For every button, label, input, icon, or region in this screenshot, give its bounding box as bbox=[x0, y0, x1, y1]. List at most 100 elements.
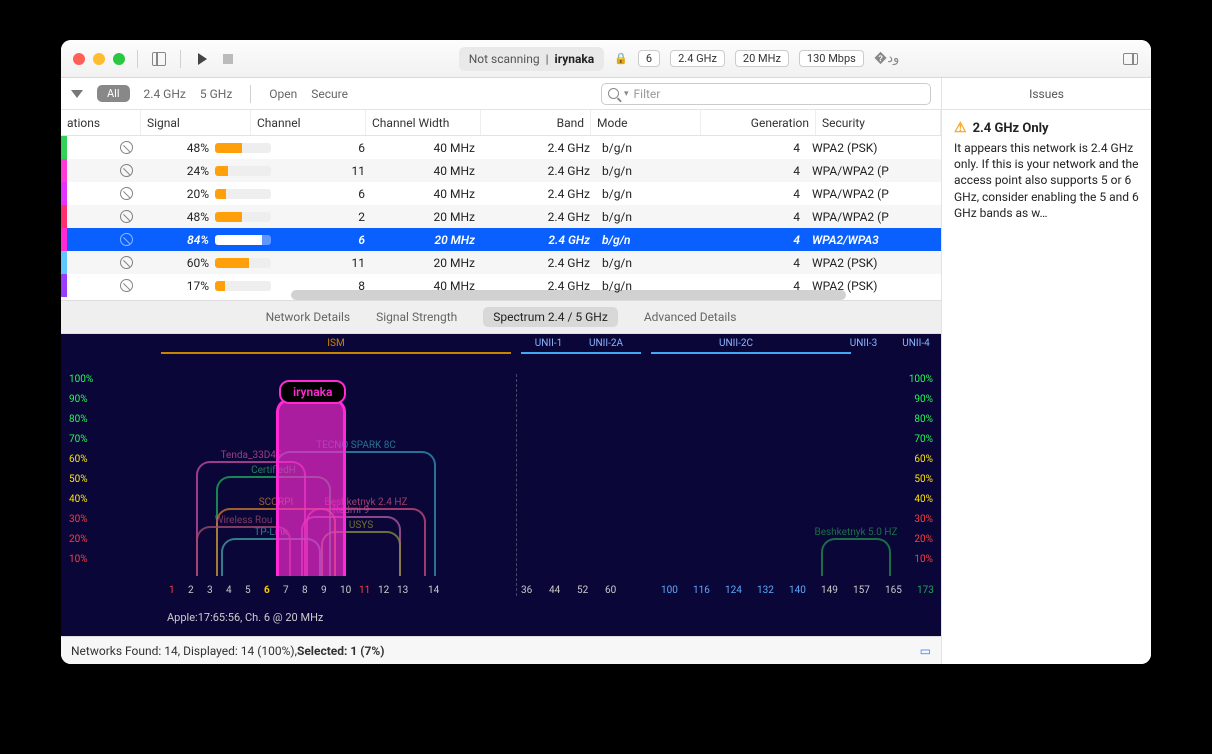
separator bbox=[137, 50, 138, 68]
col-annotations[interactable]: ations bbox=[61, 110, 141, 135]
filter-all[interactable]: All bbox=[97, 85, 130, 102]
y-tick: 60% bbox=[69, 454, 93, 474]
y-tick: 80% bbox=[69, 414, 93, 434]
minimize-icon[interactable] bbox=[93, 53, 105, 65]
cell-gen: 4 bbox=[706, 256, 806, 270]
y-axis-right: 100%90%80%70%60%50%40%30%20%10% bbox=[909, 374, 933, 574]
tab-spectrum[interactable]: Spectrum 2.4 / 5 GHz bbox=[483, 307, 618, 327]
x-tick-5: 52 bbox=[577, 585, 588, 596]
issue-item[interactable]: ⚠︎2.4 GHz Only It appears this network i… bbox=[942, 110, 1151, 231]
tab-advanced[interactable]: Advanced Details bbox=[644, 310, 737, 324]
display-icon[interactable]: ▭ bbox=[920, 644, 931, 658]
col-signal[interactable]: Signal bbox=[141, 110, 251, 135]
cell-channel: 2 bbox=[271, 210, 371, 224]
x-tick-5: 149 bbox=[821, 585, 838, 596]
x-tick-24: 3 bbox=[207, 585, 213, 596]
close-icon[interactable] bbox=[73, 53, 85, 65]
x-tick-24: 6 bbox=[264, 585, 270, 596]
table-row[interactable]: 48%640 MHz2.4 GHzb/g/n4WPA2 (PSK) bbox=[61, 136, 941, 159]
signal-bar bbox=[215, 189, 271, 199]
y-tick: 50% bbox=[909, 474, 933, 494]
network-table[interactable]: 48%640 MHz2.4 GHzb/g/n4WPA2 (PSK)24%1140… bbox=[61, 136, 941, 300]
x-tick-5: 173 bbox=[917, 585, 934, 596]
status-text-b: Selected: 1 (7%) bbox=[297, 644, 384, 658]
col-security[interactable]: Security bbox=[816, 110, 941, 135]
issue-body: It appears this network is 2.4 GHz only.… bbox=[954, 140, 1139, 221]
filter-open[interactable]: Open bbox=[269, 87, 297, 101]
x-tick-5: 100 bbox=[661, 585, 678, 596]
search-icon bbox=[608, 88, 619, 99]
table-row[interactable]: 48%220 MHz2.4 GHzb/g/n4WPA/WPA2 (P bbox=[61, 205, 941, 228]
inspector-toggle-button[interactable] bbox=[1121, 50, 1139, 68]
scan-start-button[interactable] bbox=[193, 50, 211, 68]
spectrum-chart: ISM UNII-1 UNII-2A UNII-2C UNII-3 UNII-4… bbox=[61, 334, 941, 636]
y-tick: 80% bbox=[909, 414, 933, 434]
lock-icon: 🔒 bbox=[614, 52, 628, 65]
stop-icon bbox=[223, 54, 233, 64]
cell-security: WPA2 (PSK) bbox=[806, 141, 941, 155]
content: All 2.4 GHz 5 GHz Open Secure ▾ Filter a… bbox=[61, 78, 1151, 664]
tab-network-details[interactable]: Network Details bbox=[266, 310, 351, 324]
col-channel-width[interactable]: Channel Width bbox=[366, 110, 481, 135]
x-tick-24: 11 bbox=[359, 585, 370, 596]
y-tick: 40% bbox=[909, 494, 933, 514]
signal-bar bbox=[215, 281, 271, 291]
detail-tabs: Network Details Signal Strength Spectrum… bbox=[61, 300, 941, 334]
no-symbol-icon bbox=[120, 210, 133, 223]
filter-icon[interactable] bbox=[71, 90, 83, 98]
signal-bar bbox=[215, 143, 271, 153]
cell-mode: b/g/n bbox=[596, 210, 706, 224]
y-tick: 50% bbox=[69, 474, 93, 494]
band-unii2c: UNII-2C bbox=[636, 338, 836, 349]
filter-5[interactable]: 5 GHz bbox=[200, 87, 232, 101]
cell-gen: 4 bbox=[706, 164, 806, 178]
table-row[interactable]: 60%1120 MHz2.4 GHzb/g/n4WPA2 (PSK) bbox=[61, 251, 941, 274]
curve-label: Beshketnyk 5.0 HZ bbox=[814, 527, 897, 538]
cell-security: WPA/WPA2 (P bbox=[806, 164, 941, 178]
col-band[interactable]: Band bbox=[481, 110, 591, 135]
tab-signal-strength[interactable]: Signal Strength bbox=[376, 310, 457, 324]
cell-signal-pct: 20% bbox=[141, 187, 215, 201]
signal-bar bbox=[215, 212, 271, 222]
filter-bar: All 2.4 GHz 5 GHz Open Secure ▾ Filter bbox=[61, 78, 941, 110]
y-tick: 30% bbox=[69, 514, 93, 534]
scan-stop-button[interactable] bbox=[219, 50, 237, 68]
table-row[interactable]: 20%640 MHz2.4 GHzb/g/n4WPA/WPA2 (P bbox=[61, 182, 941, 205]
x-tick-5: 116 bbox=[693, 585, 710, 596]
spectrum-plot[interactable]: Tenda_33D4FCertifiedHTECNO SPARK 8CSCORP… bbox=[161, 374, 901, 576]
pill-band: 2.4 GHz bbox=[670, 50, 725, 67]
cell-band: 2.4 GHz bbox=[481, 187, 596, 201]
cell-signal-pct: 24% bbox=[141, 164, 215, 178]
search-input[interactable]: ▾ Filter bbox=[601, 83, 931, 105]
curve-label: Tenda_33D4F bbox=[221, 450, 282, 461]
horizontal-scrollbar[interactable] bbox=[291, 290, 846, 300]
y-tick: 20% bbox=[69, 534, 93, 554]
issue-heading: 2.4 GHz Only bbox=[973, 121, 1049, 136]
issues-title: Issues bbox=[942, 78, 1151, 110]
panel-right-icon bbox=[1123, 53, 1138, 65]
pill-rate: 130 Mbps bbox=[799, 50, 864, 67]
y-tick: 10% bbox=[69, 554, 93, 574]
col-generation[interactable]: Generation bbox=[701, 110, 816, 135]
x-tick-24: 14 bbox=[428, 585, 439, 596]
cell-width: 40 MHz bbox=[371, 164, 481, 178]
col-mode[interactable]: Mode bbox=[591, 110, 701, 135]
filter-2_4[interactable]: 2.4 GHz bbox=[144, 87, 186, 101]
table-row[interactable]: 24%1140 MHz2.4 GHzb/g/n4WPA/WPA2 (P bbox=[61, 159, 941, 182]
cell-mode: b/g/n bbox=[596, 256, 706, 270]
sidebar-toggle-button[interactable] bbox=[150, 50, 168, 68]
cell-band: 2.4 GHz bbox=[481, 210, 596, 224]
y-tick: 20% bbox=[909, 534, 933, 554]
table-row[interactable]: 84%620 MHz2.4 GHzb/g/n4WPA2/WPA3 bbox=[61, 228, 941, 251]
zoom-icon[interactable] bbox=[113, 53, 125, 65]
app-window: Not scanning | irynaka 🔒 6 2.4 GHz 20 MH… bbox=[61, 40, 1151, 664]
curve-label: Wireless Rou bbox=[215, 515, 273, 526]
cell-signal-pct: 48% bbox=[141, 141, 215, 155]
filter-secure[interactable]: Secure bbox=[311, 87, 348, 101]
col-channel[interactable]: Channel bbox=[251, 110, 366, 135]
cell-mode: b/g/n bbox=[596, 164, 706, 178]
no-symbol-icon bbox=[120, 164, 133, 177]
x-tick-5: 132 bbox=[757, 585, 774, 596]
y-tick: 30% bbox=[909, 514, 933, 534]
cell-mode: b/g/n bbox=[596, 141, 706, 155]
